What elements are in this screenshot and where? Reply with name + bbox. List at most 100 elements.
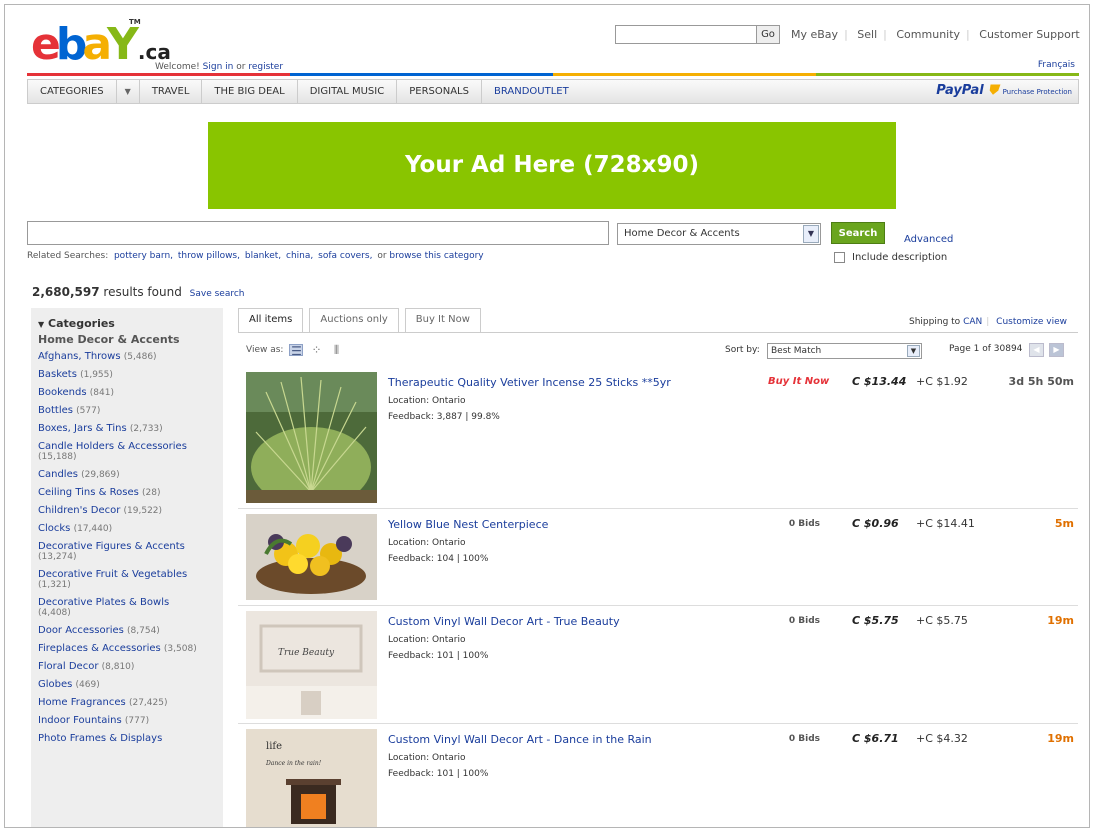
- prev-page-button[interactable]: ◀: [1029, 343, 1044, 357]
- header-search-input[interactable]: [615, 25, 757, 44]
- list-view-icon[interactable]: ☰: [289, 344, 304, 357]
- include-description-checkbox[interactable]: [834, 252, 845, 263]
- sidebar-category-link[interactable]: Globes: [38, 679, 72, 690]
- nav-travel[interactable]: TRAVEL: [140, 80, 203, 103]
- sidebar-category-item[interactable]: Baskets (1,955): [38, 369, 198, 381]
- grid-view-icon[interactable]: ⁘: [309, 344, 323, 356]
- go-button[interactable]: Go: [757, 25, 780, 44]
- sidebar-category-link[interactable]: Indoor Fountains: [38, 715, 122, 726]
- sidebar-category-count: (19,522): [123, 506, 163, 516]
- sidebar-category-item[interactable]: Floral Decor (8,810): [38, 661, 198, 673]
- listing-image-vetiver[interactable]: [246, 372, 377, 506]
- sidebar-category-item[interactable]: Decorative Fruit & Vegetables (1,321): [38, 569, 198, 591]
- sidebar-category-count: (577): [76, 406, 101, 416]
- nav-categories-dropdown[interactable]: ▼: [117, 80, 140, 103]
- sidebar-category-item[interactable]: Bookends (841): [38, 387, 198, 399]
- listing-image-dance-rain[interactable]: life Dance in the rain!: [246, 729, 377, 827]
- sidebar-category-count: (777): [124, 716, 150, 726]
- sidebar-category-item[interactable]: Children's Decor (19,522): [38, 505, 198, 517]
- community-link[interactable]: Community: [896, 28, 960, 41]
- related-link[interactable]: throw pillows,: [178, 251, 240, 261]
- sidebar-category-item[interactable]: Photo Frames & Displays: [38, 734, 198, 744]
- next-page-button[interactable]: ▶: [1049, 343, 1064, 357]
- tab-auctions-only[interactable]: Auctions only: [309, 308, 399, 332]
- sidebar-category-item[interactable]: Decorative Figures & Accents (13,274): [38, 541, 198, 563]
- listing-image-centerpiece[interactable]: [246, 514, 377, 603]
- nav-personals[interactable]: PERSONALS: [397, 80, 482, 103]
- sidebar-category-link[interactable]: Afghans, Throws: [38, 351, 121, 362]
- customize-view-link[interactable]: Customize view: [996, 317, 1067, 327]
- sidebar-category-link[interactable]: Home Fragrances: [38, 697, 126, 708]
- sidebar-category-item[interactable]: Decorative Plates & Bowls (4,408): [38, 597, 198, 619]
- listing-row[interactable]: Yellow Blue Nest Centerpiece Location: O…: [238, 509, 1078, 606]
- sidebar-category-link[interactable]: Bookends: [38, 387, 87, 398]
- sidebar-category-item[interactable]: Candle Holders & Accessories (15,188): [38, 441, 198, 463]
- column-view-icon[interactable]: ⦀: [329, 344, 343, 356]
- related-link[interactable]: china,: [286, 251, 313, 261]
- sidebar-category-link[interactable]: Fireplaces & Accessories: [38, 643, 161, 654]
- category-select[interactable]: Home Decor & Accents ▼: [617, 223, 821, 245]
- related-link[interactable]: pottery barn,: [114, 251, 173, 261]
- sidebar-category-link[interactable]: Decorative Plates & Bowls: [38, 597, 169, 608]
- sidebar-category-item[interactable]: Indoor Fountains (777): [38, 715, 198, 727]
- sidebar-category-link[interactable]: Bottles: [38, 405, 73, 416]
- main-search-input[interactable]: [27, 221, 609, 245]
- include-description[interactable]: Include description: [834, 252, 947, 263]
- nav-digital-music[interactable]: DIGITAL MUSIC: [298, 80, 398, 103]
- related-link[interactable]: sofa covers,: [318, 251, 372, 261]
- sort-select[interactable]: Best Match ▼: [767, 343, 922, 359]
- sidebar-category-link[interactable]: Photo Frames & Displays: [38, 733, 162, 744]
- sidebar-category-link[interactable]: Candles: [38, 469, 78, 480]
- sign-in-link[interactable]: Sign in: [203, 62, 234, 72]
- sidebar-category-item[interactable]: Bottles (577): [38, 405, 198, 417]
- listing-row[interactable]: Therapeutic Quality Vetiver Incense 25 S…: [238, 367, 1078, 509]
- listing-title[interactable]: Custom Vinyl Wall Decor Art - True Beaut…: [388, 615, 620, 628]
- sidebar-category-link[interactable]: Boxes, Jars & Tins: [38, 423, 127, 434]
- country-link[interactable]: CAN: [963, 317, 982, 327]
- sidebar-category-item[interactable]: Afghans, Throws (5,486): [38, 351, 198, 363]
- listing-title[interactable]: Yellow Blue Nest Centerpiece: [388, 518, 548, 531]
- sidebar-category-item[interactable]: Clocks (17,440): [38, 523, 198, 535]
- sidebar-category-item[interactable]: Ceiling Tins & Roses (28): [38, 487, 198, 499]
- listing-title[interactable]: Custom Vinyl Wall Decor Art - Dance in t…: [388, 733, 652, 746]
- sidebar-category-item[interactable]: Home Fragrances (27,425): [38, 697, 198, 709]
- categories-heading[interactable]: ▼ Categories: [38, 317, 223, 330]
- sidebar-category-link[interactable]: Clocks: [38, 523, 70, 534]
- tab-all-items[interactable]: All items: [238, 308, 304, 332]
- sidebar-category-item[interactable]: Fireplaces & Accessories (3,508): [38, 643, 198, 655]
- browse-category-link[interactable]: browse this category: [389, 251, 483, 261]
- customer-support-link[interactable]: Customer Support: [979, 28, 1079, 41]
- sidebar-category-link[interactable]: Baskets: [38, 369, 77, 380]
- save-search-link[interactable]: Save search: [190, 289, 245, 299]
- register-link[interactable]: register: [248, 62, 283, 72]
- sidebar-category-link[interactable]: Door Accessories: [38, 625, 124, 636]
- tab-buy-it-now[interactable]: Buy It Now: [404, 308, 481, 332]
- nav-brand-outlet[interactable]: BRANDOUTLET: [482, 80, 581, 103]
- related-link[interactable]: blanket,: [245, 251, 281, 261]
- ad-banner[interactable]: Your Ad Here (728x90): [208, 122, 896, 209]
- sidebar-category-link[interactable]: Ceiling Tins & Roses: [38, 487, 139, 498]
- advanced-search-link[interactable]: Advanced: [904, 234, 953, 245]
- sidebar-category-link[interactable]: Children's Decor: [38, 505, 120, 516]
- listing-image-true-beauty[interactable]: True Beauty: [246, 611, 377, 722]
- francais-link[interactable]: Français: [1038, 60, 1075, 70]
- listing-row[interactable]: life Dance in the rain! Custom Vinyl Wal…: [238, 724, 1078, 827]
- search-button[interactable]: Search: [831, 222, 885, 244]
- sidebar-category-link[interactable]: Decorative Figures & Accents: [38, 541, 185, 552]
- my-ebay-link[interactable]: My eBay: [791, 28, 838, 41]
- listing-title[interactable]: Therapeutic Quality Vetiver Incense 25 S…: [388, 376, 671, 389]
- sidebar-category-link[interactable]: Decorative Fruit & Vegetables: [38, 569, 187, 580]
- sidebar-category-item[interactable]: Globes (469): [38, 679, 198, 691]
- sidebar-category-link[interactable]: Floral Decor: [38, 661, 98, 672]
- sidebar-category-count: (8,754): [127, 626, 160, 636]
- sidebar-category-item[interactable]: Boxes, Jars & Tins (2,733): [38, 423, 198, 435]
- sidebar-category-item[interactable]: Door Accessories (8,754): [38, 625, 198, 637]
- sidebar-category-link[interactable]: Candle Holders & Accessories: [38, 441, 187, 452]
- listing-row[interactable]: True Beauty Custom Vinyl Wall Decor Art …: [238, 606, 1078, 724]
- sidebar-category-item[interactable]: Candles (29,869): [38, 469, 198, 481]
- nav-big-deal[interactable]: THE BIG DEAL: [202, 80, 298, 103]
- nav-categories[interactable]: CATEGORIES: [28, 80, 117, 103]
- sell-link[interactable]: Sell: [857, 28, 877, 41]
- result-tabs: All items Auctions only Buy It Now: [238, 308, 487, 332]
- ebay-logo[interactable]: ebaY .ca TM: [31, 19, 171, 67]
